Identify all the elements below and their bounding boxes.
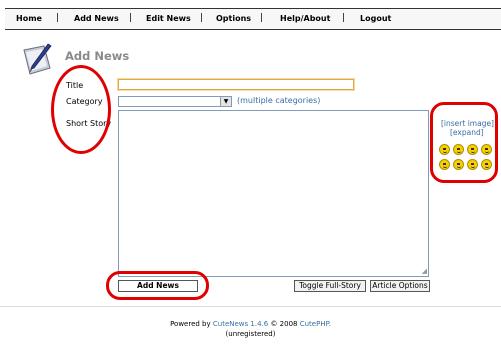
- nav-separator: |: [56, 13, 60, 23]
- category-label: Category: [66, 97, 103, 106]
- smiley-wink-icon[interactable]: [453, 144, 464, 155]
- smiley-tongue-icon[interactable]: [467, 144, 478, 155]
- smiley-grin-icon[interactable]: [439, 159, 450, 170]
- nav-separator: |: [342, 13, 346, 23]
- smiley-crying-icon[interactable]: [481, 159, 492, 170]
- nav-separator: |: [200, 13, 204, 23]
- smiley-angry-icon[interactable]: [467, 159, 478, 170]
- top-nav-bar: Home | Add News | Edit News | Options | …: [5, 8, 501, 30]
- nav-logout[interactable]: Logout: [360, 14, 391, 23]
- smiley-sad-icon[interactable]: [453, 159, 464, 170]
- nav-home[interactable]: Home: [16, 14, 42, 23]
- cutephp-link[interactable]: CutePHP.: [300, 320, 331, 328]
- multiple-categories-link[interactable]: (multiple categories): [237, 96, 320, 105]
- footer-registration: (unregistered): [225, 330, 276, 338]
- smiley-smile-icon[interactable]: [439, 144, 450, 155]
- annotation-circle-labels: [51, 65, 111, 154]
- short-story-label: Short Story: [66, 119, 112, 128]
- title-input[interactable]: [117, 78, 355, 91]
- insert-image-link[interactable]: [insert image]: [441, 119, 494, 128]
- nav-edit-news[interactable]: Edit News: [146, 14, 191, 23]
- toggle-full-story-button[interactable]: Toggle Full-Story: [294, 280, 366, 292]
- resize-grip-icon[interactable]: ◢: [422, 268, 427, 275]
- nav-help-about[interactable]: Help/About: [280, 14, 330, 23]
- footer-copyright: © 2008: [270, 320, 298, 328]
- add-news-button[interactable]: Add News: [118, 280, 198, 292]
- chevron-down-icon[interactable]: ▼: [220, 97, 231, 106]
- footer-powered-by: Powered by: [170, 320, 211, 328]
- title-label: Title: [66, 81, 84, 90]
- short-story-textarea[interactable]: ◢: [118, 110, 429, 277]
- nav-separator: |: [260, 13, 264, 23]
- footer-divider: [0, 306, 501, 307]
- article-options-button[interactable]: Article Options: [370, 280, 430, 292]
- expand-link[interactable]: [expand]: [450, 128, 484, 137]
- quill-pen-icon: [23, 43, 52, 75]
- insert-tools-panel: [insert image] [expand]: [432, 109, 498, 179]
- nav-options[interactable]: Options: [216, 14, 251, 23]
- nav-separator: |: [129, 13, 133, 23]
- cutenews-link[interactable]: CuteNews 1.4.6: [213, 320, 268, 328]
- category-select[interactable]: ▼: [118, 96, 232, 107]
- footer-credits: Powered by CuteNews 1.4.6 © 2008 CutePHP…: [0, 320, 501, 328]
- smiley-cool-icon[interactable]: [481, 144, 492, 155]
- nav-add-news[interactable]: Add News: [74, 14, 119, 23]
- page-title: Add News: [65, 49, 130, 63]
